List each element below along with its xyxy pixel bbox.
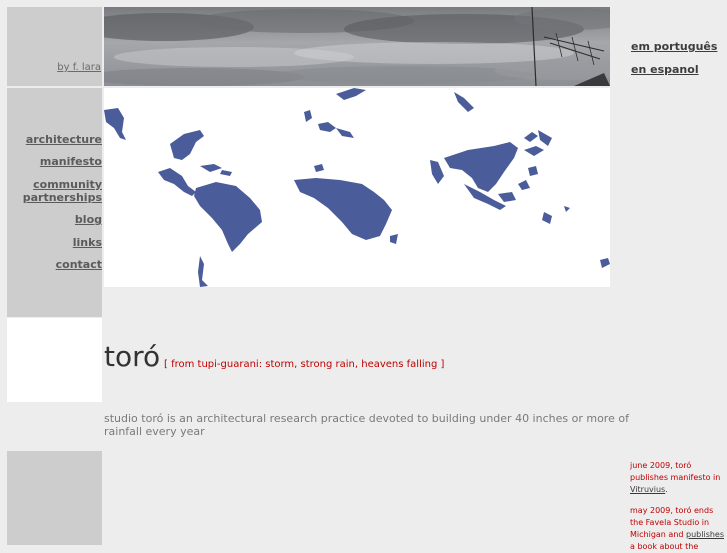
lang-portuguese-link[interactable]: em português bbox=[631, 40, 717, 53]
news-item: may 2009, toró ends the Favela Studio in… bbox=[630, 505, 725, 553]
news-item-text: june 2009, toró publishes manifesto in bbox=[630, 461, 721, 482]
news-item-period: . bbox=[665, 485, 668, 494]
studio-description: studio toró is an architectural research… bbox=[104, 412, 629, 438]
nav-architecture[interactable]: architecture bbox=[7, 133, 102, 146]
nav-community-partnerships[interactable]: community partnerships bbox=[7, 178, 102, 204]
nav-contact[interactable]: contact bbox=[7, 258, 102, 271]
news-item-text-more: a book about the bbox=[630, 542, 699, 551]
rainfall-world-map bbox=[104, 88, 610, 287]
page-title: toró bbox=[104, 340, 161, 373]
news-item: june 2009, toró publishes manifesto in V… bbox=[630, 460, 725, 496]
byline-link[interactable]: by f. lara bbox=[57, 62, 101, 73]
sidebar-block-white bbox=[7, 318, 102, 402]
nav-links[interactable]: links bbox=[7, 236, 102, 249]
news-publishes-link[interactable]: publishes bbox=[686, 530, 724, 539]
header-sky-photo bbox=[104, 7, 610, 86]
nav-blog[interactable]: blog bbox=[7, 213, 102, 226]
news-vitruvius-link[interactable]: Vitruvius bbox=[630, 485, 665, 494]
sidebar-block-bottom bbox=[7, 451, 102, 545]
title-etymology: [ from tupi-guarani: storm, strong rain,… bbox=[164, 359, 445, 370]
sidebar-block-top bbox=[7, 7, 102, 86]
lang-spanish-link[interactable]: en espanol bbox=[631, 63, 699, 76]
nav-manifesto[interactable]: manifesto bbox=[7, 155, 102, 168]
